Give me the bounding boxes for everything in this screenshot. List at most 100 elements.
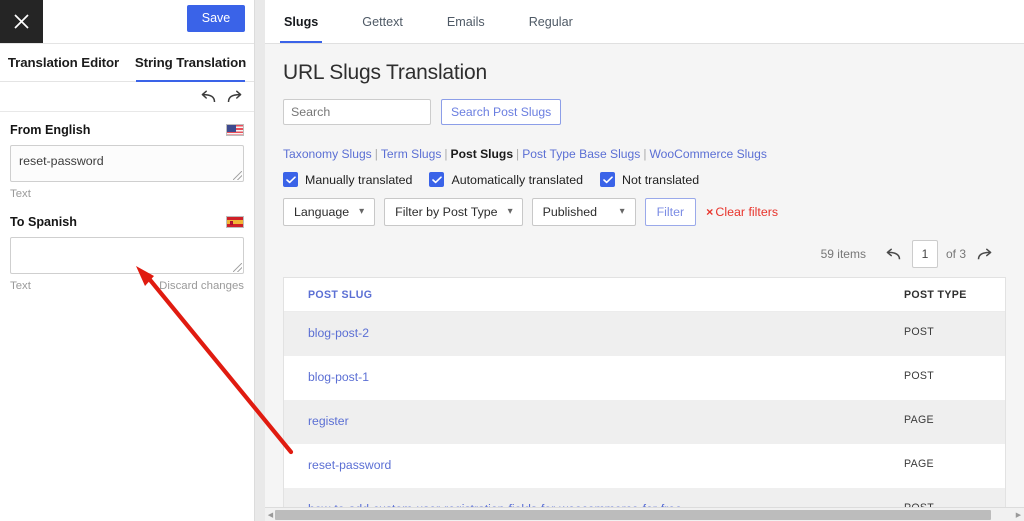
- filter-button[interactable]: Filter: [644, 198, 697, 226]
- translation-fields: From English Text To Spanish: [0, 112, 254, 293]
- discard-changes-button[interactable]: Discard changes: [159, 280, 244, 292]
- target-hint: Text: [10, 280, 31, 292]
- pagination-item-count: 59 items: [820, 247, 866, 261]
- scroll-left-icon[interactable]: ◀: [266, 510, 275, 520]
- checkbox-label-manually-translated: Manually translated: [305, 172, 413, 187]
- sidebar-tabs: Translation Editor String Translation: [0, 44, 254, 82]
- close-icon[interactable]: [0, 0, 43, 43]
- table-row[interactable]: blog-post-2 POST: [284, 311, 1005, 356]
- source-hint: Text: [10, 188, 31, 200]
- slug-link[interactable]: blog-post-1: [308, 370, 369, 384]
- tab-gettext[interactable]: Gettext: [360, 1, 405, 43]
- checkbox-not-translated[interactable]: [600, 172, 615, 187]
- link-separator: |: [516, 147, 520, 161]
- sidebar-history-bar: [0, 82, 254, 112]
- language-select[interactable]: Language ▾: [283, 198, 376, 226]
- tab-string-translation[interactable]: String Translation: [127, 44, 254, 82]
- table-row[interactable]: reset-password PAGE: [284, 443, 1005, 488]
- cell-post-type: PAGE: [904, 443, 1005, 488]
- horizontal-scrollbar[interactable]: ◀ ▶: [265, 507, 1024, 521]
- checkbox-manually-translated[interactable]: [283, 172, 298, 187]
- cell-post-slug: blog-post-2: [284, 311, 904, 356]
- search-input[interactable]: [283, 99, 431, 125]
- tab-regular[interactable]: Regular: [527, 1, 575, 43]
- main-tabs: Slugs Gettext Emails Regular: [265, 0, 1024, 44]
- tab-slugs[interactable]: Slugs: [279, 1, 323, 43]
- slugs-content: URL Slugs Translation Search Post Slugs …: [265, 61, 1024, 521]
- link-woocommerce-slugs[interactable]: WooCommerce Slugs: [649, 147, 766, 161]
- checkbox-label-not-translated: Not translated: [622, 172, 700, 187]
- cell-post-type: POST: [904, 355, 1005, 400]
- app-root: Save Translation Editor String Translati…: [0, 0, 1024, 521]
- search-row: Search Post Slugs: [283, 99, 1006, 125]
- tab-emails[interactable]: Emails: [445, 1, 487, 43]
- translation-sidebar: Save Translation Editor String Translati…: [0, 0, 255, 521]
- source-text-input[interactable]: [10, 145, 244, 182]
- target-text-input[interactable]: [10, 237, 244, 274]
- table-row[interactable]: register PAGE: [284, 399, 1005, 444]
- target-hint-row: Text Discard changes: [10, 279, 244, 293]
- language-select-value: Language: [294, 205, 350, 219]
- column-header-post-type[interactable]: POST TYPE: [904, 278, 1005, 312]
- status-select-value: Published: [542, 205, 598, 219]
- post-type-select-value: Filter by Post Type: [395, 205, 498, 219]
- slugs-main-panel: Slugs Gettext Emails Regular URL Slugs T…: [265, 0, 1024, 521]
- link-term-slugs[interactable]: Term Slugs: [381, 147, 442, 161]
- slug-type-links: Taxonomy Slugs | Term Slugs | Post Slugs | Pos…: [283, 147, 1006, 161]
- link-taxonomy-slugs[interactable]: Taxonomy Slugs: [283, 147, 372, 161]
- checkbox-group-manually-translated: Manually translated: [283, 172, 412, 187]
- target-language-row: To Spanish: [10, 214, 244, 230]
- page-title: URL Slugs Translation: [283, 61, 487, 84]
- sidebar-topbar: Save: [0, 0, 254, 44]
- pagination-total-pages: of 3: [945, 247, 966, 261]
- cell-post-slug: register: [284, 399, 904, 444]
- link-separator: |: [444, 147, 448, 161]
- column-header-post-slug[interactable]: POST SLUG: [284, 278, 904, 312]
- slugs-table-card: POST SLUG POST TYPE blog-post-2 POST blo…: [283, 277, 1006, 521]
- save-button[interactable]: Save: [187, 5, 245, 32]
- checkbox-automatically-translated[interactable]: [429, 172, 445, 187]
- tab-translation-editor[interactable]: Translation Editor: [0, 44, 127, 81]
- chevron-down-icon: ▾: [507, 206, 513, 217]
- post-type-select[interactable]: Filter by Post Type ▾: [384, 198, 523, 226]
- source-language-label: From English: [10, 123, 91, 137]
- target-language-label: To Spanish: [10, 215, 77, 229]
- chevron-down-icon: ▾: [619, 206, 625, 217]
- redo-icon[interactable]: [224, 86, 246, 108]
- cell-post-type: POST: [904, 311, 1005, 356]
- source-hint-row: Text: [10, 187, 244, 201]
- slugs-table: POST SLUG POST TYPE blog-post-2 POST blo…: [284, 278, 1005, 521]
- chevron-down-icon: ▾: [359, 206, 365, 217]
- search-post-slugs-button[interactable]: Search Post Slugs: [441, 99, 562, 125]
- undo-icon[interactable]: [196, 86, 218, 108]
- cell-post-slug: blog-post-1: [284, 355, 904, 400]
- link-post-type-base-slugs[interactable]: Post Type Base Slugs: [522, 147, 640, 161]
- clear-filters-label: Clear filters: [715, 205, 779, 219]
- link-post-slugs[interactable]: Post Slugs: [451, 147, 514, 161]
- filter-controls: Language ▾ Filter by Post Type ▾ Publish…: [283, 198, 1006, 226]
- clear-filters-button[interactable]: × Clear filters: [706, 205, 778, 219]
- translation-status-filters: Manually translated Automatically transl…: [283, 172, 1006, 187]
- cell-post-slug: reset-password: [284, 443, 904, 488]
- prev-page-icon[interactable]: [882, 243, 904, 265]
- link-separator: |: [374, 147, 378, 161]
- table-row[interactable]: blog-post-1 POST: [284, 355, 1005, 400]
- checkbox-group-not-translated: Not translated: [600, 172, 699, 187]
- clear-filters-x-icon: ×: [706, 205, 714, 219]
- source-textarea-wrap: [10, 145, 244, 182]
- slug-link[interactable]: reset-password: [308, 458, 391, 472]
- slug-link[interactable]: blog-post-2: [308, 326, 369, 340]
- checkbox-group-automatically-translated: Automatically translated: [429, 172, 583, 187]
- scrollbar-thumb[interactable]: [275, 510, 991, 520]
- us-flag-icon: [226, 124, 244, 136]
- page-number-input[interactable]: [911, 240, 938, 268]
- next-page-icon[interactable]: [974, 243, 996, 265]
- cell-post-type: PAGE: [904, 399, 1005, 444]
- table-header-row: POST SLUG POST TYPE: [284, 278, 1005, 312]
- target-textarea-wrap: [10, 237, 244, 274]
- pagination: 59 items of 3: [283, 240, 1006, 268]
- scroll-right-icon[interactable]: ▶: [1014, 510, 1023, 520]
- checkbox-label-automatically-translated: Automatically translated: [451, 172, 583, 187]
- status-select[interactable]: Published ▾: [531, 198, 636, 226]
- slug-link[interactable]: register: [308, 414, 349, 428]
